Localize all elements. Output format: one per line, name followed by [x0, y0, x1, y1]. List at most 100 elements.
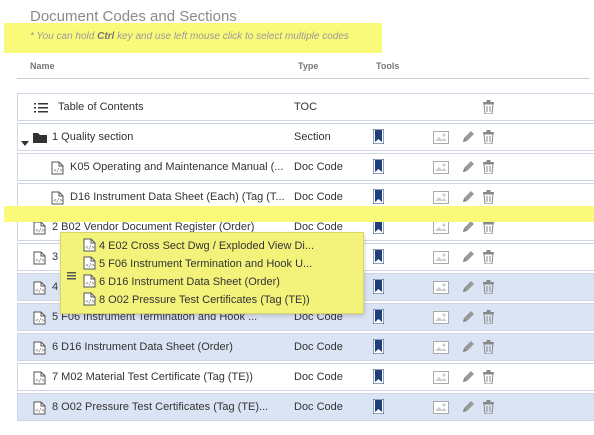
- svg-text:</>: </>: [86, 299, 95, 305]
- svg-text:</>: </>: [36, 318, 45, 324]
- bookmark-icon[interactable]: [372, 248, 385, 269]
- drag-list-item: </> 5 F06 Instrument Termination and Hook…: [83, 256, 312, 273]
- drag-preview: </> 4 E02 Cross Sect Dwg / Exploded View …: [60, 232, 364, 314]
- svg-text:</>: </>: [36, 378, 45, 384]
- delete-trash-icon[interactable]: [483, 160, 494, 179]
- row-type: Section: [294, 131, 331, 143]
- row-type: Doc Code: [294, 191, 343, 203]
- hint-prefix: * You can hold: [30, 31, 98, 42]
- edit-pencil-icon[interactable]: [461, 160, 475, 179]
- svg-text:</>: </>: [86, 281, 95, 287]
- doc-code-icon: </>: [83, 256, 96, 273]
- drop-highlight: [4, 206, 594, 222]
- doc-code-icon: </>: [33, 401, 46, 420]
- edit-pencil-icon[interactable]: [461, 130, 475, 149]
- delete-trash-icon[interactable]: [483, 310, 494, 329]
- image-icon[interactable]: [433, 251, 449, 269]
- bookmark-icon[interactable]: [372, 158, 385, 179]
- table-row[interactable]: Table of Contents TOC: [17, 93, 594, 121]
- drag-list-item: </> 8 O02 Pressure Test Certificates (Tag…: [83, 292, 310, 309]
- svg-text:</>: </>: [36, 288, 45, 294]
- row-type: Doc Code: [294, 161, 343, 173]
- table-row[interactable]: </> K05 Operating and Maintenance Manual …: [17, 153, 594, 181]
- bookmark-icon[interactable]: [372, 338, 385, 359]
- row-type: TOC: [294, 101, 318, 113]
- image-icon[interactable]: [433, 161, 449, 179]
- header-divider: [17, 78, 590, 79]
- bookmark-icon[interactable]: [372, 128, 385, 149]
- folder-icon: [32, 131, 48, 149]
- column-header-name: Name: [30, 61, 55, 71]
- row-label: 1 Quality section: [52, 131, 134, 143]
- table-row[interactable]: </> 8 O02 Pressure Test Certificates (Tag…: [17, 393, 594, 421]
- row-label: 7 M02 Material Test Certificate (Tag (TE…: [52, 371, 253, 383]
- bookmark-icon[interactable]: [372, 368, 385, 389]
- doc-code-icon: </>: [33, 341, 46, 360]
- image-icon[interactable]: [433, 341, 449, 359]
- delete-trash-icon[interactable]: [483, 280, 494, 299]
- doc-code-icon: </>: [33, 221, 46, 240]
- table-row[interactable]: 1 Quality section Section: [17, 123, 594, 151]
- drag-handle-icon: [67, 268, 77, 286]
- bookmark-icon[interactable]: [372, 398, 385, 419]
- image-icon[interactable]: [433, 281, 449, 299]
- svg-text:</>: </>: [54, 168, 63, 174]
- list-icon: [34, 101, 48, 119]
- table-row[interactable]: </> 6 D16 Instrument Data Sheet (Order) Do…: [17, 333, 594, 361]
- edit-pencil-icon[interactable]: [461, 220, 475, 239]
- svg-text:</>: </>: [36, 228, 45, 234]
- delete-trash-icon[interactable]: [483, 100, 494, 119]
- multi-select-hint: * You can hold Ctrl key and use left mou…: [30, 31, 349, 42]
- image-icon[interactable]: [433, 371, 449, 389]
- doc-code-icon: </>: [83, 292, 96, 309]
- edit-pencil-icon[interactable]: [461, 400, 475, 419]
- doc-code-icon: </>: [83, 238, 96, 255]
- edit-pencil-icon[interactable]: [461, 250, 475, 269]
- bookmark-icon[interactable]: [372, 308, 385, 329]
- doc-code-icon: </>: [51, 161, 64, 180]
- row-label: K05 Operating and Maintenance Manual (..…: [70, 161, 284, 173]
- column-header-tools: Tools: [376, 61, 400, 71]
- svg-text:</>: </>: [86, 263, 95, 269]
- hint-key: Ctrl: [97, 31, 115, 42]
- edit-pencil-icon[interactable]: [461, 370, 475, 389]
- column-header-type: Type: [298, 61, 319, 71]
- bookmark-icon[interactable]: [372, 218, 385, 239]
- delete-trash-icon[interactable]: [483, 340, 494, 359]
- bookmark-icon[interactable]: [372, 278, 385, 299]
- delete-trash-icon[interactable]: [483, 130, 494, 149]
- table-row[interactable]: </> 7 M02 Material Test Certificate (Tag …: [17, 363, 594, 391]
- delete-trash-icon[interactable]: [483, 370, 494, 389]
- image-icon[interactable]: [433, 311, 449, 329]
- row-label: 6 D16 Instrument Data Sheet (Order): [52, 341, 233, 353]
- expand-caret-icon[interactable]: [21, 134, 29, 152]
- hint-suffix: key and use left mouse click to select m…: [114, 31, 349, 42]
- doc-code-icon: </>: [33, 251, 46, 270]
- doc-code-icon: </>: [33, 281, 46, 300]
- doc-code-icon: </>: [33, 371, 46, 390]
- image-icon[interactable]: [433, 131, 449, 149]
- drag-list-item: </> 4 E02 Cross Sect Dwg / Exploded View …: [83, 238, 314, 255]
- delete-trash-icon[interactable]: [483, 220, 494, 239]
- drag-list-item: </> 6 D16 Instrument Data Sheet (Order): [83, 274, 280, 291]
- svg-text:</>: </>: [86, 245, 95, 251]
- image-icon[interactable]: [433, 221, 449, 239]
- svg-text:</>: </>: [36, 258, 45, 264]
- delete-trash-icon[interactable]: [483, 250, 494, 269]
- row-label: Table of Contents: [58, 101, 144, 113]
- row-type: Doc Code: [294, 401, 343, 413]
- image-icon[interactable]: [433, 401, 449, 419]
- doc-code-icon: </>: [83, 274, 96, 291]
- svg-text:</>: </>: [36, 408, 45, 414]
- row-type: Doc Code: [294, 371, 343, 383]
- edit-pencil-icon[interactable]: [461, 340, 475, 359]
- row-type: Doc Code: [294, 341, 343, 353]
- svg-text:</>: </>: [36, 348, 45, 354]
- doc-code-icon: </>: [33, 311, 46, 330]
- edit-pencil-icon[interactable]: [461, 310, 475, 329]
- delete-trash-icon[interactable]: [483, 400, 494, 419]
- row-label: 8 O02 Pressure Test Certificates (Tag (T…: [52, 401, 269, 413]
- edit-pencil-icon[interactable]: [461, 280, 475, 299]
- svg-text:</>: </>: [54, 198, 63, 204]
- row-label: D16 Instrument Data Sheet (Each) (Tag (T…: [70, 191, 285, 203]
